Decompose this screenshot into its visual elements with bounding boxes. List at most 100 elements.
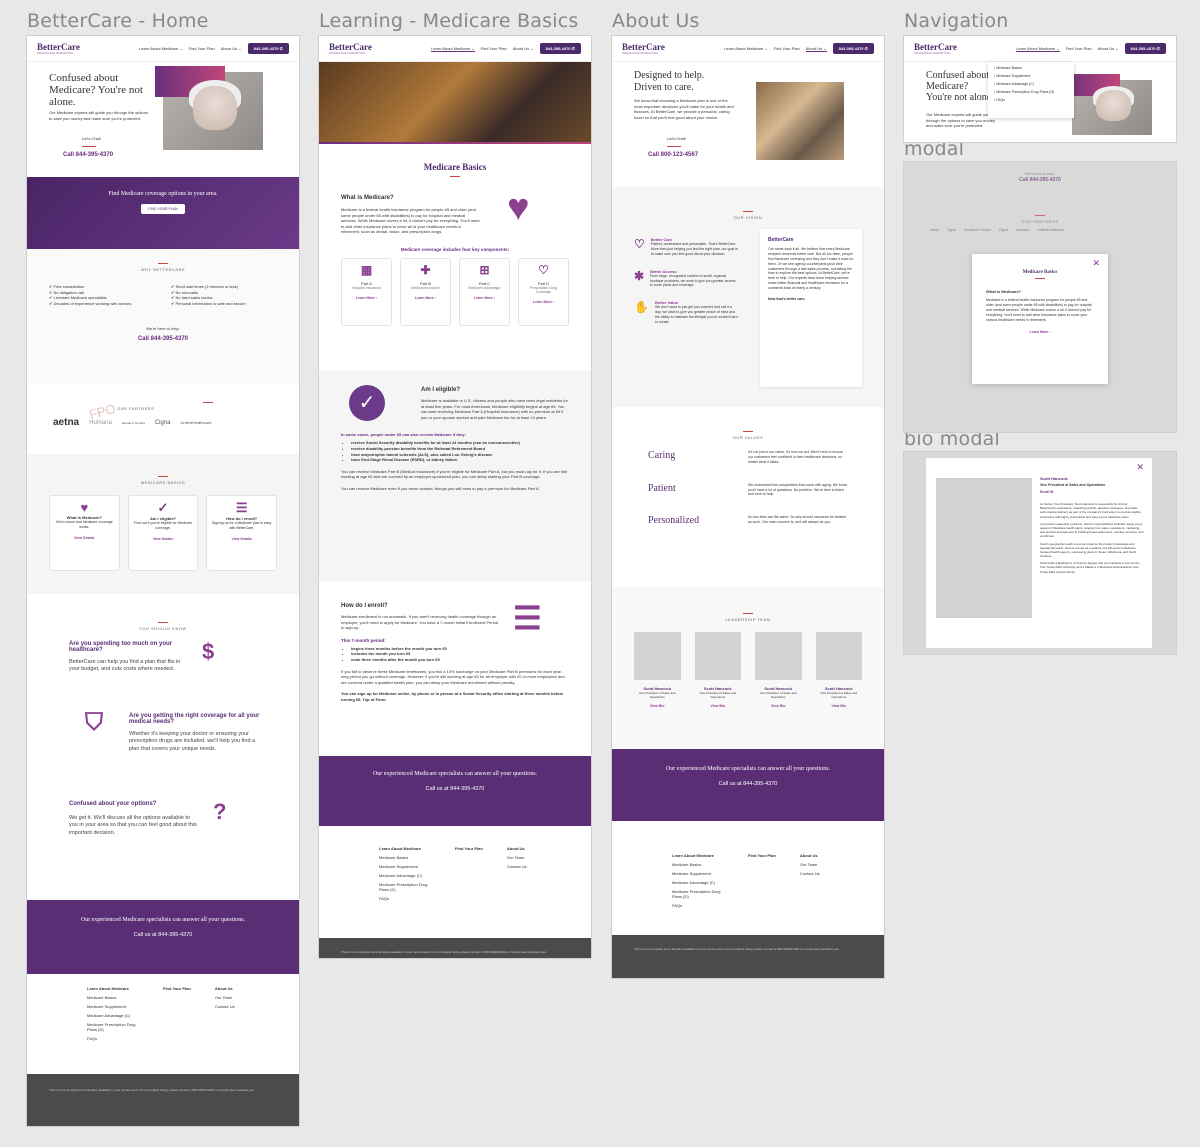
headshot-placeholder bbox=[694, 632, 741, 680]
hearts-icon: ♥ bbox=[507, 187, 530, 229]
values-list: Caring It's not just in our name, it's ho… bbox=[648, 450, 848, 527]
nav-find-plan[interactable]: Find Your Plan bbox=[189, 46, 215, 51]
network-icon: ✱ bbox=[634, 268, 645, 283]
nav-about[interactable]: About Us ⌄ bbox=[1098, 46, 1119, 51]
band-title: Find Medicare coverage options in your a… bbox=[108, 191, 218, 197]
frame-title-navigation: Navigation bbox=[904, 10, 1009, 32]
vision-card: BetterCare Our name says it all. We beli… bbox=[760, 229, 862, 387]
nav-about[interactable]: About Us ⌄ bbox=[513, 46, 534, 51]
part-card[interactable]: ⊞ Part C Medicare Advantage Learn More › bbox=[459, 257, 510, 326]
nav-phone-button[interactable]: 844-395-4370 ✆ bbox=[539, 43, 581, 54]
bio-modal-frame: ✕ Scott Hancock Vice President of Sales … bbox=[904, 452, 1176, 654]
footer-col: Find Your Plan bbox=[163, 986, 191, 991]
find-plan-button[interactable]: FIND YOUR PLAN bbox=[141, 204, 185, 214]
what-section: What is Medicare? Medicare is a federal … bbox=[319, 181, 591, 341]
why-label: WHY BETTERCARE bbox=[27, 263, 299, 272]
learning-title-wrap: Medicare Basics bbox=[319, 144, 591, 177]
basics-section: MEDICARE BASICS ♥ What is Medicare? Get … bbox=[27, 454, 299, 594]
help-text: We're here to help. bbox=[146, 326, 180, 332]
person-question-icon: ? bbox=[213, 799, 227, 824]
hands-icon: ✋ bbox=[634, 300, 649, 315]
team-member: Scott Hancock Vice President of Sales and… bbox=[694, 632, 741, 708]
bio-modal: ✕ Scott Hancock Vice President of Sales … bbox=[926, 458, 1152, 648]
cta-call[interactable]: Call us at 844-395-4370 bbox=[27, 932, 299, 938]
disclaimer: This is not a complete list of all plans… bbox=[319, 938, 591, 958]
cta-band: Our experienced Medicare specialists can… bbox=[612, 749, 884, 821]
learn-dropdown-menu: • Medicare Basics • Medicare Supplement … bbox=[988, 62, 1074, 118]
document-pen-icon: ☰ bbox=[513, 600, 542, 636]
know-label: YOU SHOULD KNOW bbox=[27, 622, 299, 631]
medicare-basics-modal: ✕ Medicare Basics What is Medicare? Medi… bbox=[972, 254, 1108, 384]
nav-phone-button[interactable]: 844-395-4370 ✆ bbox=[832, 43, 874, 54]
nav-find-plan[interactable]: Find Your Plan bbox=[774, 46, 800, 51]
footer: Learn About Medicare Medicare Basics Med… bbox=[612, 821, 884, 935]
nav-about[interactable]: About Us ⌄ bbox=[805, 46, 827, 52]
check-circle-icon: ✓ bbox=[349, 385, 385, 421]
home-hero: Confused about Medicare? You're not alon… bbox=[27, 62, 299, 177]
pill-bottle-icon: ⊞ bbox=[479, 262, 490, 277]
nav-find-plan[interactable]: Find Your Plan bbox=[1066, 46, 1092, 51]
email-link[interactable]: Email ✉ bbox=[1040, 490, 1144, 494]
bio-content: Scott Hancock Vice President of Sales an… bbox=[1040, 476, 1144, 574]
basics-card[interactable]: ✓ Am I eligible? Find out if you're elig… bbox=[127, 495, 199, 571]
logo[interactable]: BetterCare INSURANCE MARKETING bbox=[914, 42, 957, 55]
part-card[interactable]: ✚ Part B Medical Insurance Learn More › bbox=[400, 257, 451, 326]
close-icon[interactable]: ✕ bbox=[1136, 462, 1144, 473]
basics-card[interactable]: ♥ What is Medicare? Get to know how Medi… bbox=[49, 495, 120, 571]
why-section: WHY BETTERCARE ✔ Free consultation ✔ No … bbox=[27, 249, 299, 384]
heart-hand-icon: ♡ bbox=[538, 262, 549, 277]
nav-learn[interactable]: Learn About Medicare ⌄ bbox=[724, 46, 768, 51]
partner-aetna: aetna bbox=[53, 417, 80, 428]
help-call[interactable]: Call 844-395-4370 bbox=[27, 336, 299, 342]
hospital-icon: ▦ bbox=[360, 262, 373, 277]
close-icon[interactable]: ✕ bbox=[1092, 258, 1100, 269]
about-call[interactable]: Call 800-123-4567 bbox=[648, 152, 698, 158]
learning-hero-image bbox=[319, 62, 591, 142]
learning-nav: BetterCare INSURANCE MARKETING Learn Abou… bbox=[319, 36, 591, 62]
partners-label: OUR PARTNERS bbox=[117, 402, 299, 411]
vision-section: OUR VISION ♡ Better Care Patient, understa… bbox=[612, 187, 884, 407]
nav-phone-button[interactable]: 844-395-4370 ✆ bbox=[247, 43, 289, 54]
learning-title: Medicare Basics bbox=[423, 162, 487, 172]
home-nav: BetterCare INSURANCE MARKETING Learn Abou… bbox=[27, 36, 299, 62]
disclaimer: This is not a complete list of all plans… bbox=[612, 935, 884, 978]
nav-find-plan[interactable]: Find Your Plan bbox=[481, 46, 507, 51]
nav-phone-button[interactable]: 844-395-4370 ✆ bbox=[1124, 43, 1166, 54]
logo[interactable]: BetterCare INSURANCE MARKETING bbox=[329, 42, 372, 55]
team-member: Scott Hancock Vice President of Sales and… bbox=[755, 632, 802, 708]
about-nav: BetterCare INSURANCE MARKETING Learn Abou… bbox=[612, 36, 884, 62]
nav-learn[interactable]: Learn About Medicare ⌄ bbox=[431, 46, 475, 52]
know-item: Confused about your options? We get it. … bbox=[69, 801, 197, 836]
navigation-nav: BetterCare INSURANCE MARKETING Learn Abou… bbox=[904, 36, 1176, 62]
cases-list: receive Social Security disability benef… bbox=[351, 440, 569, 462]
footer-col: About Us Our Team Contact Us bbox=[506, 846, 527, 869]
logo[interactable]: BetterCare INSURANCE MARKETING bbox=[622, 42, 665, 55]
logo[interactable]: BetterCare INSURANCE MARKETING bbox=[37, 42, 80, 55]
cta-call[interactable]: Call us at 844-395-4370 bbox=[319, 786, 591, 792]
cta-band: Our experienced Medicare specialists can… bbox=[27, 900, 299, 974]
nav-learn[interactable]: Learn About Medicare ⌄ bbox=[1016, 46, 1060, 52]
frame-title-home: BetterCare - Home bbox=[27, 10, 209, 32]
partner-cigna: Cigna bbox=[154, 419, 171, 426]
hero-call[interactable]: Call 844-395-4370 bbox=[63, 152, 113, 158]
flying-money-icon: $ bbox=[202, 639, 215, 664]
modal-frame: We're here to help. Call 844-395-4370 OU… bbox=[904, 162, 1176, 432]
check-circle-icon: ✓ bbox=[157, 500, 169, 515]
why-right: ✔ Short wait times (5 minutes or less) ✔… bbox=[171, 284, 246, 306]
coverage-band: Find Medicare coverage options in your a… bbox=[27, 177, 299, 249]
partners-section: OUR PARTNERS aetna Humana Mutual of Omah… bbox=[27, 384, 299, 454]
part-card[interactable]: ♡ Part D Prescription Drug Coverage Lear… bbox=[518, 257, 569, 326]
nav-about[interactable]: About Us ⌄ bbox=[221, 46, 242, 51]
partner-uhc: UnitedHealthcare bbox=[180, 420, 212, 425]
cta-band: Our experienced Medicare specialists can… bbox=[319, 756, 591, 826]
shield-check-icon: ⛉ bbox=[85, 709, 103, 736]
cta-call[interactable]: Call us at 844-395-4370 bbox=[612, 781, 884, 787]
basics-card[interactable]: ☰ How do I enroll? Signing up for a Medi… bbox=[206, 495, 278, 571]
part-card[interactable]: ▦ Part A Hospital Insurance Learn More › bbox=[341, 257, 392, 326]
enroll-section: How do I enroll? Medicare enrollment is … bbox=[319, 581, 591, 756]
divider bbox=[82, 146, 96, 147]
know-item: Are you getting the right coverage for a… bbox=[129, 713, 260, 752]
team-photo bbox=[756, 82, 844, 160]
nav-learn[interactable]: Learn About Medicare ⌄ bbox=[139, 46, 183, 51]
about-frame: BetterCare INSURANCE MARKETING Learn Abou… bbox=[612, 36, 884, 978]
